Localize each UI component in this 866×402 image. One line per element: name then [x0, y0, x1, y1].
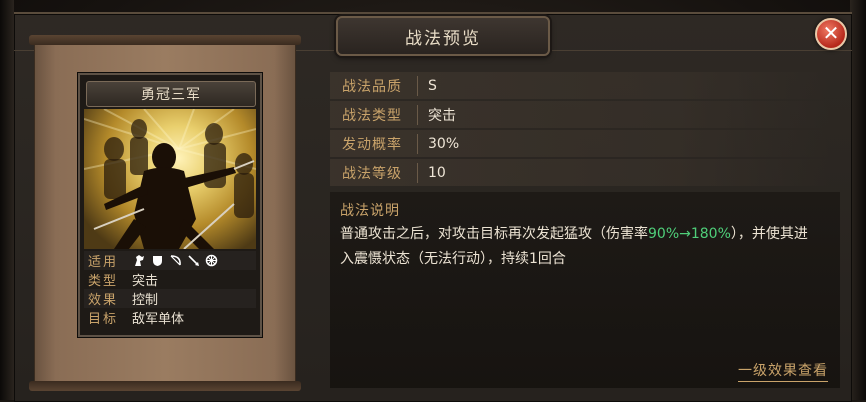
description-label: 战法说明 [340, 203, 400, 219]
stat-row-type: 战法类型 突击 [330, 101, 830, 128]
card-row-applicable: 适用 [84, 251, 256, 270]
skill-artwork [84, 109, 256, 249]
wheel-icon [204, 254, 218, 268]
warriors-silhouette-art [84, 109, 256, 249]
shield-icon [150, 254, 164, 268]
stat-row-probability: 发动概率 30% [330, 130, 830, 157]
card-scroll-panel: 勇冠三军 适用 类型 突击 效果 控制 目标 敌军单体 [29, 35, 301, 391]
stat-label-quality: 战法品质 [330, 75, 418, 96]
stat-value-probability: 30% [428, 135, 460, 152]
close-icon: ✕ [822, 21, 840, 45]
cavalry-icon [132, 254, 146, 268]
bow-icon [168, 254, 182, 268]
damage-rate-highlight: 90%→180% [648, 226, 731, 242]
stat-row-quality: 战法品质 S [330, 72, 830, 99]
spear-icon [186, 254, 200, 268]
card-row-effect: 效果 控制 [84, 289, 256, 308]
card-value-type: 突击 [132, 274, 159, 289]
stat-label-probability: 发动概率 [330, 133, 418, 154]
left-edge [0, 0, 14, 400]
card-row-type: 类型 突击 [84, 270, 256, 289]
right-edge [850, 0, 866, 400]
card-key-type: 类型 [88, 274, 119, 289]
level-one-effect-link[interactable]: 一级效果查看 [738, 360, 828, 382]
card-value-target: 敌军单体 [132, 312, 185, 327]
stat-value-level: 10 [428, 164, 446, 181]
close-button[interactable]: ✕ [815, 18, 847, 50]
dialog-title: 战法预览 [405, 28, 481, 49]
stat-label-level: 战法等级 [330, 162, 418, 183]
skill-description-box: 战法说明 普通攻击之后，对攻击目标再次发起猛攻（伤害率90%→180%），并使其… [330, 192, 840, 388]
card-key-applicable: 适用 [88, 255, 119, 270]
card-key-effect: 效果 [88, 293, 119, 308]
card-title-bar: 勇冠三军 [86, 81, 256, 107]
card-key-target: 目标 [88, 312, 119, 327]
card-title: 勇冠三军 [141, 87, 201, 103]
stat-row-level: 战法等级 10 [330, 159, 830, 186]
card-value-effect: 控制 [132, 293, 159, 308]
description-text-prefix: 普通攻击之后，对攻击目标再次发起猛攻（伤害率 [340, 226, 648, 242]
stat-value-quality: S [428, 77, 437, 94]
stat-label-type: 战法类型 [330, 104, 418, 125]
skill-card: 勇冠三军 适用 类型 突击 效果 控制 目标 敌军单体 [78, 73, 262, 337]
description-text: 普通攻击之后，对攻击目标再次发起猛攻（伤害率90%→180%），并使其进入震慑状… [340, 222, 820, 272]
dialog-title-plate: 战法预览 [336, 16, 550, 56]
troop-type-icons [132, 254, 218, 268]
card-info-table: 适用 类型 突击 效果 控制 目标 敌军单体 [84, 251, 256, 331]
stat-value-type: 突击 [428, 107, 456, 124]
card-row-target: 目标 敌军单体 [84, 308, 256, 327]
